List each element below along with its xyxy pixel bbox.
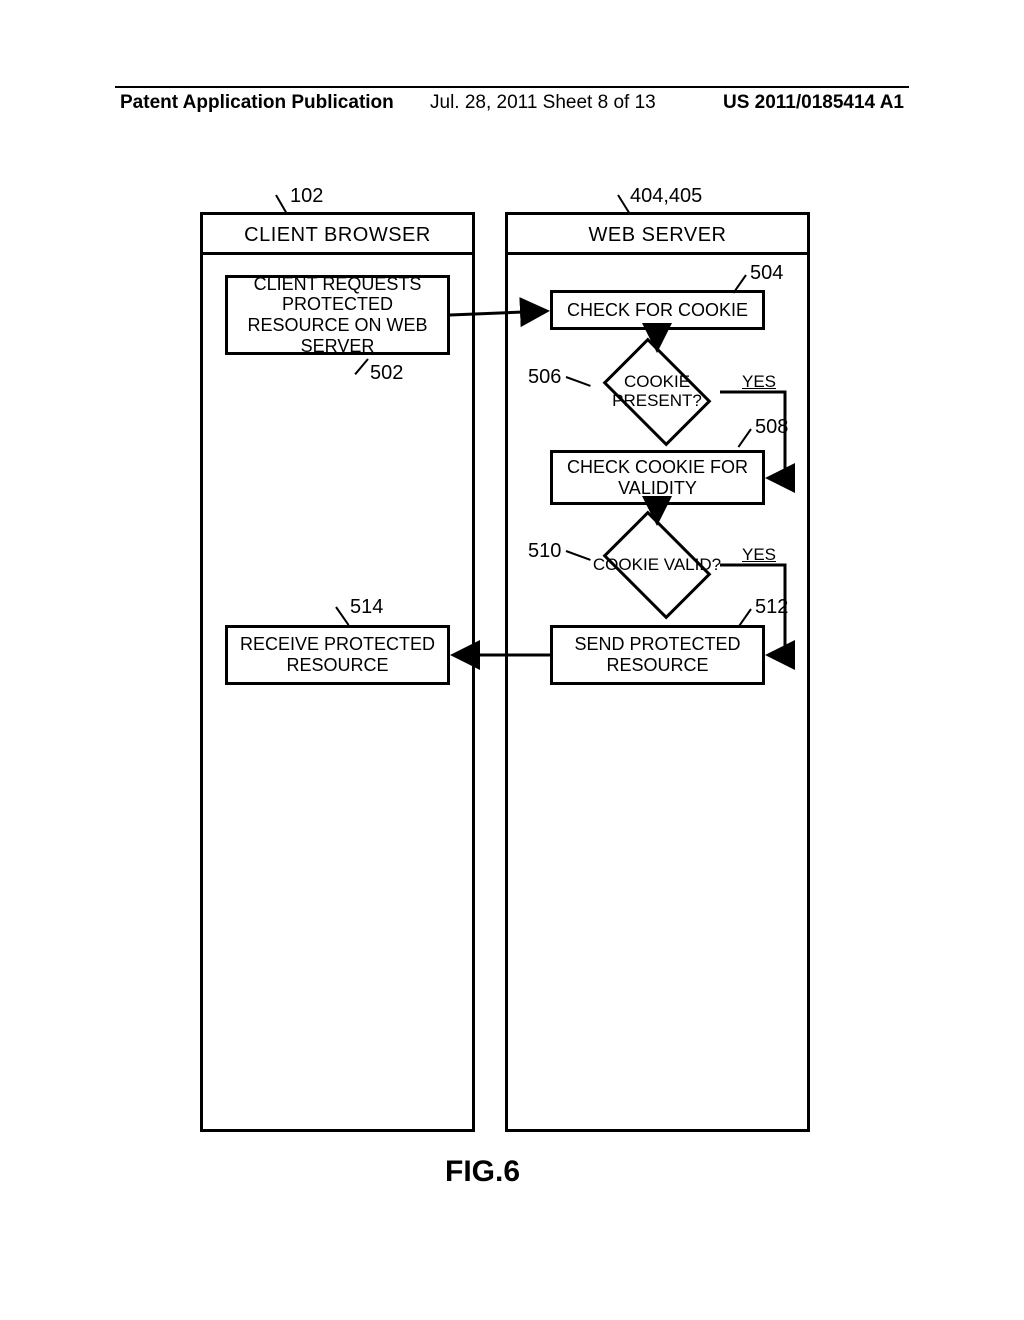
connectors [0,0,1024,1320]
figure-label: FIG.6 [445,1155,520,1189]
